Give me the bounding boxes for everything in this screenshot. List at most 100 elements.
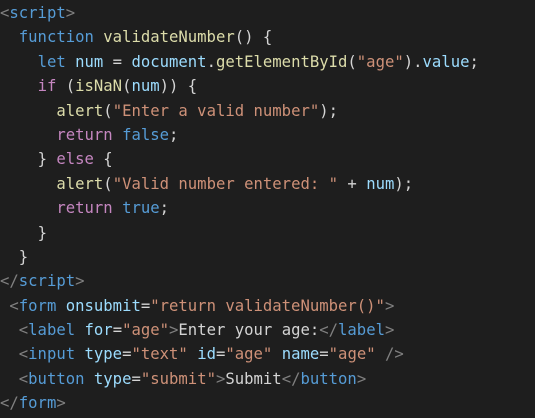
code-token-punct: > (384, 321, 395, 340)
code-token-kw: false (122, 125, 170, 144)
code-token-tag: form (18, 394, 57, 413)
code-token-plain: )) { (159, 77, 198, 96)
code-token-plain: + (338, 174, 367, 193)
code-line[interactable]: alert("Enter a valid number"); (0, 99, 535, 123)
code-line[interactable]: function validateNumber() { (0, 25, 535, 49)
code-token-tag: script (9, 4, 66, 22)
code-token-plain: } (37, 150, 57, 169)
code-token-plain: ( (56, 77, 76, 96)
code-token-punct: /> (385, 345, 404, 364)
code-line[interactable]: } else { (0, 147, 535, 171)
code-token-tag: form (18, 296, 57, 315)
code-line[interactable]: if (isNaN(num)) { (0, 74, 535, 98)
code-token-ctl: return (56, 125, 113, 144)
code-token-plain: Submit (225, 369, 282, 388)
code-token-var: value (422, 52, 470, 71)
code-token-kw: true (122, 199, 160, 218)
code-token-punct: > (75, 272, 85, 291)
code-token-punct: </ (319, 321, 339, 340)
code-line[interactable]: <form onsubmit="return validateNumber()"… (0, 294, 535, 318)
code-line[interactable]: } (0, 221, 535, 245)
code-token-fn: isNaN (75, 77, 123, 96)
code-token-str: "Valid number entered: " (112, 174, 339, 193)
code-token-attr: type (93, 369, 132, 388)
code-token-punct: < (9, 296, 19, 315)
code-token-plain: ; (469, 52, 479, 71)
code-token-str: "age" (122, 321, 170, 340)
code-token-plain: ). (403, 52, 423, 71)
code-line[interactable]: return true; (0, 196, 535, 220)
code-token-plain: ( (103, 101, 113, 120)
code-token-punct: > (356, 369, 367, 388)
code-token-plain: = (131, 369, 141, 388)
code-line[interactable]: </form> (0, 391, 535, 415)
code-line[interactable]: } (0, 245, 535, 269)
code-token-punct: < (0, 4, 10, 22)
code-line[interactable]: let num = document.getElementById("age")… (0, 50, 535, 74)
code-editor[interactable]: <script> function validateNumber() { let… (0, 0, 535, 418)
code-token-plain: () { (234, 28, 273, 47)
code-line[interactable]: <script> (0, 1, 535, 25)
code-token-plain: . (206, 52, 216, 71)
code-token-var: num (366, 174, 395, 193)
code-token-tag: input (28, 345, 76, 364)
code-token-fn: alert (56, 174, 104, 193)
code-token-punct: > (215, 369, 226, 388)
code-token-plain: } (37, 223, 47, 242)
code-token-tag: label (28, 321, 76, 340)
code-token-plain: { (93, 150, 113, 169)
code-token-punct: > (56, 394, 66, 413)
code-token-punct: </ (281, 369, 301, 388)
code-token-plain: = (140, 296, 151, 315)
code-token-punct: < (18, 321, 29, 340)
code-token-str: "submit" (140, 369, 216, 388)
code-token-tag: button (300, 369, 357, 388)
code-token-punct: > (65, 4, 76, 22)
code-line[interactable]: alert("Valid number entered: " + num); (0, 172, 535, 196)
code-token-punct: </ (0, 272, 19, 291)
code-token-punct: > (169, 321, 179, 340)
code-token-attr: name (281, 345, 320, 364)
code-token-plain: ; (169, 125, 179, 144)
code-token-punct: < (18, 345, 29, 364)
code-token-var: document (131, 52, 207, 71)
code-token-ctl: else (56, 150, 94, 169)
code-line[interactable]: return false; (0, 123, 535, 147)
code-token-attr: type (84, 345, 123, 364)
code-token-fn: getElementById (215, 52, 348, 71)
code-token-plain: Enter your age: (178, 321, 320, 340)
code-token-fn: validateNumber (103, 28, 235, 47)
code-token-str: "age" (328, 345, 376, 364)
code-line[interactable]: <input type="text" id="age" name="age" /… (0, 342, 535, 366)
code-token-plain: ; (159, 199, 170, 218)
code-token-tag: label (338, 321, 385, 340)
code-token-kw: let (37, 52, 66, 71)
code-token-fn: alert (56, 101, 104, 120)
code-line[interactable]: <button type="submit">Submit</button> (0, 367, 535, 391)
code-token-str: "Enter a valid number" (112, 101, 320, 120)
code-token-str: "age" (225, 345, 273, 364)
code-line[interactable]: <label for="age">Enter your age:</label> (0, 318, 535, 342)
code-line[interactable]: </script> (0, 269, 535, 293)
code-token-var: num (75, 52, 104, 71)
